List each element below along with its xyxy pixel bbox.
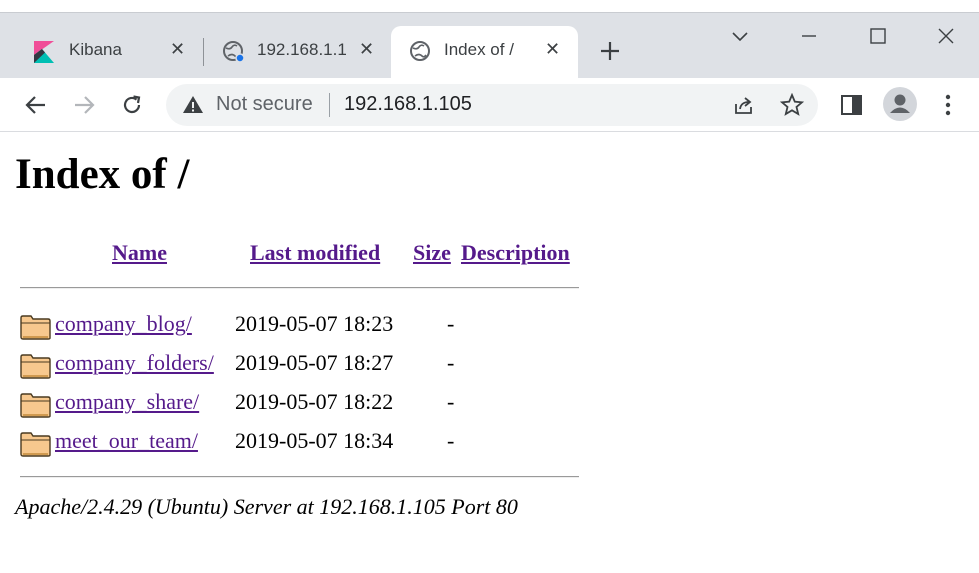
folder-icon [20,354,51,379]
side-panel-icon[interactable] [840,93,864,117]
server-signature: Apache/2.4.29 (Ubuntu) Server at 192.168… [15,494,518,519]
folder-icon [20,315,51,340]
size-cell: - [447,350,455,375]
tab-ip[interactable]: 192.168.1.1 ✕ [206,26,390,78]
folder-icon [20,393,51,418]
warning-triangle-icon[interactable] [182,94,204,116]
column-header-last-modified[interactable]: Last modified [250,240,380,266]
tab-index-active[interactable]: Index of / ✕ [391,26,578,78]
tab-separator [203,38,204,66]
table-row: meet_our_team/ 2019-05-07 18:34 - [20,428,580,458]
size-cell: - [447,389,455,414]
folder-icon [20,432,51,457]
table-row: company_share/ 2019-05-07 18:22 - [20,389,580,419]
last-modified-cell: 2019-05-07 18:34 [235,428,394,453]
more-menu-icon[interactable] [937,93,959,117]
minimize-icon[interactable] [797,26,821,46]
last-modified-cell: 2019-05-07 18:22 [235,389,394,414]
page-content: Index of / Name Last modified Size Descr… [0,132,979,573]
close-window-icon[interactable] [934,26,958,46]
reload-icon[interactable] [118,91,146,119]
tab-search-chevron-down-icon[interactable] [728,26,752,46]
table-row: company_folders/ 2019-05-07 18:27 - [20,350,580,380]
tab-label: Kibana [69,40,122,59]
maximize-icon[interactable] [866,26,890,46]
globe-icon [410,41,430,61]
directory-link[interactable]: company_folders/ [55,350,214,376]
tab-close-icon[interactable]: ✕ [545,40,560,58]
directory-link[interactable]: company_share/ [55,389,199,415]
column-header-description[interactable]: Description [461,240,570,266]
tab-close-icon[interactable]: ✕ [170,40,185,58]
new-tab-plus-icon[interactable] [599,40,621,62]
table-row: company_blog/ 2019-05-07 18:23 - [20,311,580,341]
share-icon[interactable] [732,93,756,117]
size-cell: - [447,428,455,453]
size-cell: - [447,311,455,336]
last-modified-cell: 2019-05-07 18:23 [235,311,394,336]
directory-link[interactable]: company_blog/ [55,311,192,337]
page-title: Index of / [15,151,190,198]
directory-link[interactable]: meet_our_team/ [55,428,198,454]
column-header-name[interactable]: Name [112,240,167,266]
header-divider [20,287,579,289]
back-arrow-icon[interactable] [22,91,50,119]
address-divider [329,93,330,117]
last-modified-cell: 2019-05-07 18:27 [235,350,394,375]
tab-label: 192.168.1.1 [257,40,347,59]
kibana-logo-icon [34,41,54,63]
globe-icon [223,41,245,63]
window-top-border [0,12,979,13]
window-top-strip [0,0,979,12]
profile-avatar-icon[interactable] [883,87,917,121]
url-text[interactable]: 192.168.1.105 [344,93,472,116]
column-header-size[interactable]: Size [413,240,451,266]
tab-close-icon[interactable]: ✕ [359,40,374,58]
forward-arrow-icon[interactable] [70,91,98,119]
tab-kibana[interactable]: Kibana ✕ [16,26,202,78]
bookmark-star-icon[interactable] [780,93,804,117]
tab-label: Index of / [444,40,514,59]
footer-divider [20,476,579,478]
security-status-text[interactable]: Not secure [216,93,313,116]
